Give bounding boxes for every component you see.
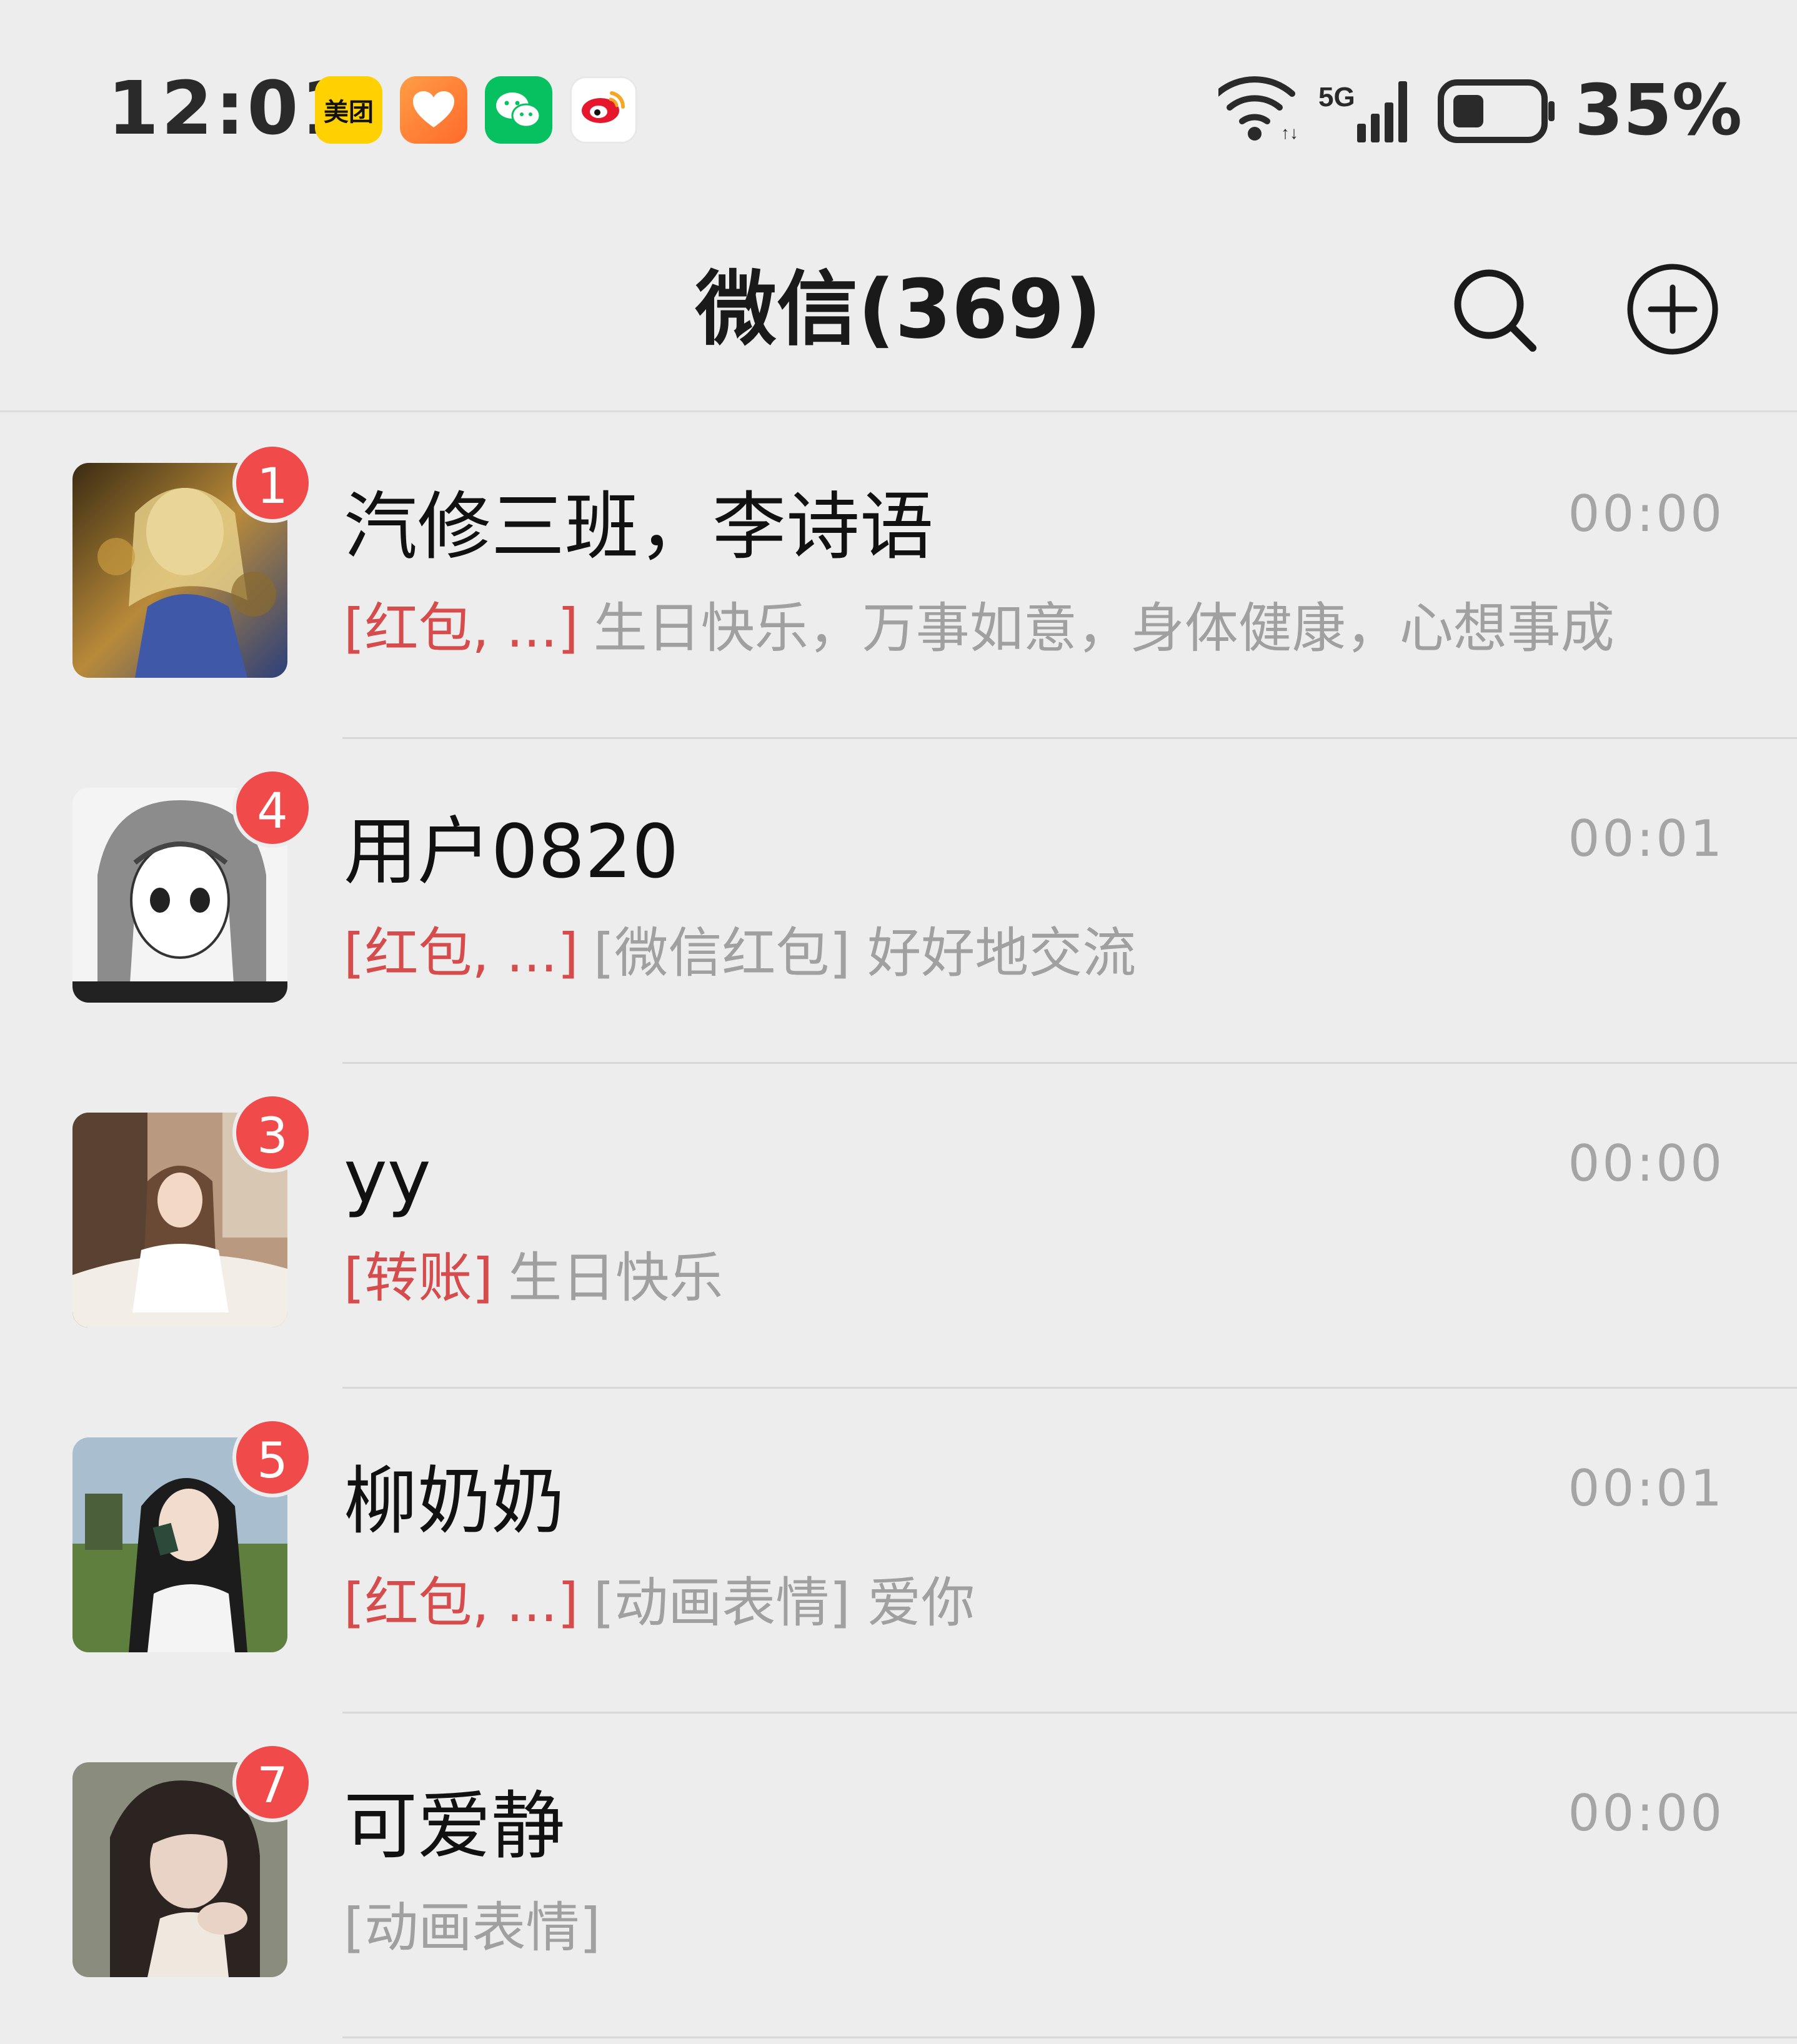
chat-preview: [红包, ...] [动画表情] 爱你 bbox=[344, 1569, 975, 1637]
search-button[interactable] bbox=[1441, 256, 1547, 362]
chat-time: 00:01 bbox=[1568, 810, 1725, 868]
chat-time: 00:01 bbox=[1568, 1459, 1725, 1517]
weibo-icon bbox=[570, 76, 637, 144]
status-bar: 12:01 美团 ↑↓ 5G 35% bbox=[0, 0, 1797, 219]
chat-row[interactable]: 7 可爱静 00:00 [动画表情] bbox=[0, 1714, 1797, 2038]
unread-badge: 4 bbox=[232, 768, 312, 848]
message-tag: [红包, ...] bbox=[344, 1572, 579, 1634]
message-tag: [红包, ...] bbox=[344, 597, 579, 660]
chat-preview: [动画表情] bbox=[344, 1893, 600, 1962]
chat-row[interactable]: 4 用户0820 00:01 [红包, ...] [微信红包] 好好地交流 bbox=[0, 739, 1797, 1064]
chat-name: 用户0820 bbox=[344, 808, 679, 895]
preview-text: 生日快乐，万事如意，身体健康，心想事成 bbox=[593, 597, 1615, 660]
meituan-label: 美团 bbox=[324, 98, 374, 127]
chat-time: 00:00 bbox=[1568, 1134, 1725, 1193]
search-icon bbox=[1454, 269, 1536, 352]
unread-badge: 1 bbox=[232, 443, 312, 523]
chat-name: 可爱静 bbox=[344, 1783, 565, 1869]
chat-row[interactable]: 5 柳奶奶 00:01 [红包, ...] [动画表情] 爱你 bbox=[0, 1389, 1797, 1714]
unread-badge: 3 bbox=[232, 1093, 312, 1173]
meituan-icon: 美团 bbox=[315, 76, 382, 144]
preview-text: 生日快乐 bbox=[508, 1247, 724, 1309]
heart-app-icon bbox=[400, 76, 467, 144]
preview-text: [动画表情] bbox=[344, 1897, 601, 1959]
wifi-icon bbox=[1214, 76, 1295, 124]
chat-name: 汽修三班，李诗语 bbox=[344, 484, 934, 570]
preview-text: [微信红包] 好好地交流 bbox=[593, 922, 1137, 985]
svg-text:5G: 5G bbox=[1318, 82, 1355, 112]
unread-badge: 5 bbox=[232, 1417, 312, 1497]
message-tag: [红包, ...] bbox=[344, 922, 579, 985]
chat-list: 1 汽修三班，李诗语 00:00 [红包, ...] 生日快乐，万事如意，身体健康… bbox=[0, 414, 1797, 2038]
divider bbox=[342, 2037, 1797, 2038]
chat-row[interactable]: 1 汽修三班，李诗语 00:00 [红包, ...] 生日快乐，万事如意，身体健康… bbox=[0, 414, 1797, 739]
chat-preview: [转账] 生日快乐 bbox=[344, 1244, 723, 1312]
plus-circle-icon bbox=[1627, 264, 1718, 355]
preview-text: [动画表情] 爱你 bbox=[593, 1572, 975, 1634]
chat-name: 柳奶奶 bbox=[344, 1458, 565, 1544]
chat-row[interactable]: 3 yy 00:00 [转账] 生日快乐 bbox=[0, 1064, 1797, 1389]
chat-time: 00:00 bbox=[1568, 485, 1725, 543]
chat-preview: [红包, ...] 生日快乐，万事如意，身体健康，心想事成 bbox=[344, 594, 1615, 663]
svg-text:↑↓: ↑↓ bbox=[1281, 123, 1298, 142]
message-tag: [转账] bbox=[344, 1247, 494, 1309]
chat-name: yy bbox=[344, 1133, 431, 1219]
unread-badge: 7 bbox=[232, 1742, 312, 1822]
battery-percent: 35% bbox=[1575, 70, 1743, 151]
add-button[interactable] bbox=[1620, 256, 1726, 362]
wechat-icon bbox=[485, 76, 552, 144]
chat-time: 00:00 bbox=[1568, 1784, 1725, 1842]
app-header: 微信(369) bbox=[0, 219, 1797, 412]
chat-preview: [红包, ...] [微信红包] 好好地交流 bbox=[344, 919, 1136, 988]
